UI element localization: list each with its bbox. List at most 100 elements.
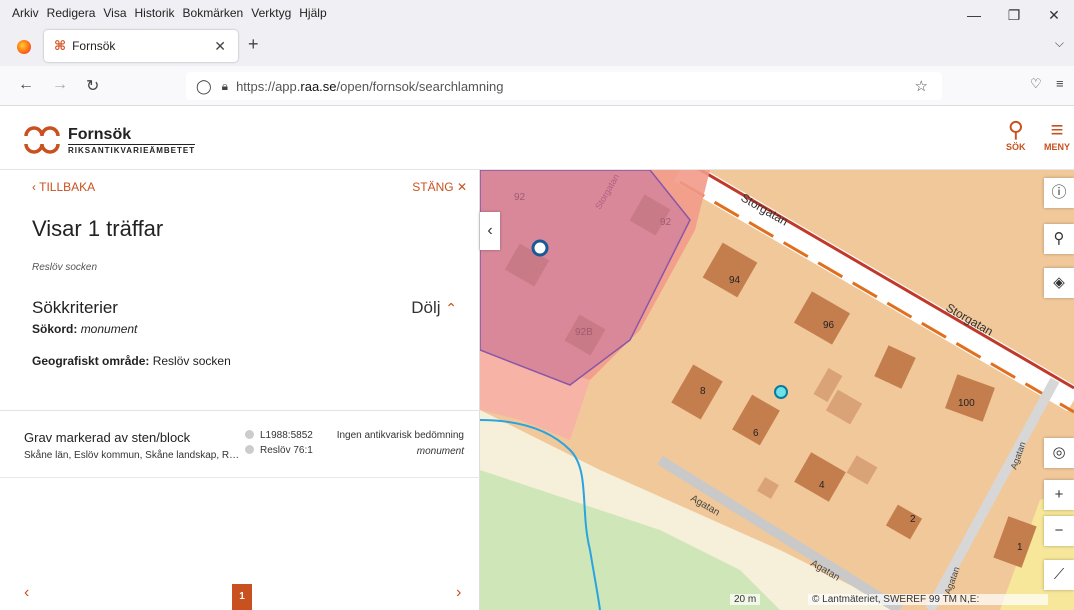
result-id-1: L1988:5852	[245, 430, 313, 441]
geo-label: Geografiskt område:	[32, 354, 150, 368]
status-dot-icon	[245, 430, 254, 439]
house-number: 6	[753, 428, 759, 439]
tab-bar: ⌘ Fornsök ✕ + ⌵	[0, 26, 1074, 66]
selected-site-marker-icon[interactable]	[774, 385, 788, 399]
result-title: Grav markerad av sten/block	[24, 430, 191, 445]
tab-close-icon[interactable]: ✕	[214, 38, 226, 55]
map-canvas[interactable]: Storgatan Storgatan Storgatan Agatan Aga…	[480, 170, 1074, 610]
url-bar[interactable]: ◯ 🔒︎ https://app.raa.se/open/fornsok/sea…	[186, 72, 942, 100]
tab-title: Fornsök	[72, 39, 116, 53]
result-status: Ingen antikvarisk bedömning	[336, 430, 464, 441]
layers-button[interactable]: ◈	[1044, 268, 1074, 298]
zoom-in-button[interactable]: +	[1044, 480, 1074, 510]
house-number: 92	[660, 217, 672, 228]
info-icon: ⓘ	[1051, 184, 1067, 201]
menu-verktyg[interactable]: Verktyg	[251, 6, 291, 20]
back-link[interactable]: ‹ TILLBAKA	[32, 180, 95, 194]
reload-icon[interactable]: ↻	[86, 76, 99, 96]
close-panel-link[interactable]: STÄNG ✕	[412, 180, 467, 194]
house-number: 96	[823, 320, 835, 331]
url-text: https://app.raa.se/open/fornsok/searchla…	[236, 78, 504, 94]
map-attribution: © Lantmäteriet, SWEREF 99 TM N,E:	[808, 594, 1048, 605]
my-location-button[interactable]: ◎	[1044, 438, 1074, 468]
parish-subtitle: Reslöv socken	[32, 262, 98, 273]
app-header: Fornsök RIKSANTIKVARIEÄMBETET ⚲ SÖK ≡ ME…	[0, 106, 1074, 170]
nav-bar: ← → ↻ ◯ 🔒︎ https://app.raa.se/open/forns…	[0, 66, 1074, 106]
result-location: Skåne län, Eslöv kommun, Skåne landskap,…	[24, 450, 240, 461]
pagination: ‹ 1 ›	[0, 576, 480, 610]
map-view[interactable]: Storgatan Storgatan Storgatan Agatan Aga…	[480, 170, 1074, 610]
house-number: 92	[514, 192, 526, 203]
fornsok-favicon-icon: ⌘	[54, 38, 67, 53]
house-number: 100	[958, 398, 975, 409]
minus-icon: −	[1054, 522, 1064, 539]
criteria-heading: Sökkriterier	[32, 298, 118, 317]
menu-bokmarken[interactable]: Bokmärken	[183, 6, 244, 20]
house-number: 92B	[575, 327, 593, 338]
house-number: 4	[819, 480, 825, 491]
menu-redigera[interactable]: Redigera	[47, 6, 96, 20]
pocket-icon[interactable]: ♡	[1030, 76, 1042, 92]
collapse-panel-button[interactable]: ‹	[480, 212, 500, 250]
geo-criterion: Geografiskt område: Reslöv socken	[32, 354, 231, 368]
shield-icon[interactable]: ◯	[196, 78, 212, 95]
back-arrow-icon[interactable]: ←	[18, 76, 34, 94]
lock-icon[interactable]: 🔒︎	[222, 79, 228, 94]
keyword-label: Sökord:	[32, 322, 78, 336]
zoom-out-button[interactable]: −	[1044, 516, 1074, 546]
page-button-current[interactable]: 1	[232, 584, 252, 610]
chevron-up-icon: ⌃	[445, 300, 457, 316]
map-scale: 20 m	[730, 594, 761, 605]
keyword-value: monument	[80, 322, 138, 336]
location-pin-button[interactable]: ⚲	[1044, 224, 1074, 254]
browser-tab[interactable]: ⌘ Fornsök ✕	[44, 30, 238, 62]
search-icon: ⚲	[1007, 117, 1024, 142]
browser-menubar: Arkiv Redigera Visa Historik Bokmärken V…	[0, 0, 1074, 26]
layers-icon: ◈	[1053, 274, 1065, 291]
forward-arrow-icon[interactable]: →	[52, 76, 68, 94]
prev-page-icon[interactable]: ‹	[24, 584, 29, 602]
crosshair-icon: ◎	[1052, 444, 1066, 461]
hide-criteria-toggle[interactable]: Dölj ⌃	[411, 298, 457, 318]
fornsok-logo[interactable]: Fornsök RIKSANTIKVARIEÄMBETET	[22, 120, 196, 160]
result-keyword: monument	[416, 446, 464, 457]
bookmark-star-icon[interactable]: ☆	[915, 77, 928, 95]
heritage-marker-icon[interactable]	[531, 239, 549, 257]
tab-list-chevron-icon[interactable]: ⌵	[1055, 36, 1064, 51]
measure-button[interactable]: ⟋	[1044, 560, 1074, 590]
fornsok-logo-icon	[24, 126, 60, 154]
next-page-icon[interactable]: ›	[456, 584, 461, 602]
menu-visa[interactable]: Visa	[103, 6, 126, 20]
menu-button[interactable]: ≡ MENY	[1044, 117, 1071, 153]
menu-label: MENY	[1044, 142, 1071, 152]
ruler-icon: ⟋	[1053, 566, 1065, 583]
result-id-2: Reslöv 76:1	[245, 445, 313, 456]
new-tab-icon[interactable]: +	[248, 34, 259, 55]
menu-icon: ≡	[1050, 117, 1064, 142]
map-pin-icon: ⚲	[1053, 230, 1065, 247]
status-dot-icon	[245, 445, 254, 454]
hits-title: Visar 1 träffar	[32, 216, 164, 241]
divider	[0, 410, 480, 411]
logo-title: Fornsök	[68, 125, 132, 143]
menu-hjalp[interactable]: Hjälp	[299, 6, 326, 20]
plus-icon: +	[1054, 486, 1064, 503]
house-number: 1	[1017, 542, 1023, 553]
geo-value: Reslöv socken	[152, 354, 231, 368]
menu-arkiv[interactable]: Arkiv	[12, 6, 39, 20]
chevron-left-icon: ‹	[487, 222, 493, 239]
house-number: 94	[729, 275, 741, 286]
search-button[interactable]: ⚲ SÖK	[1006, 117, 1026, 153]
menu-historik[interactable]: Historik	[135, 6, 175, 20]
keyword-criterion: Sökord: monument	[32, 322, 137, 336]
results-panel: ‹ TILLBAKA STÄNG ✕ Visar 1 träffar Reslö…	[0, 170, 480, 610]
result-row[interactable]: Grav markerad av sten/block Skåne län, E…	[0, 418, 480, 478]
search-label: SÖK	[1006, 142, 1026, 152]
house-number: 8	[700, 386, 706, 397]
hide-label: Dölj	[411, 298, 441, 317]
info-button[interactable]: ⓘ	[1044, 178, 1074, 208]
firefox-icon	[17, 40, 31, 54]
logo-subtitle: RIKSANTIKVARIEÄMBETET	[68, 143, 196, 155]
hamburger-menu-icon[interactable]: ≡	[1056, 76, 1064, 91]
house-number: 2	[910, 514, 916, 525]
